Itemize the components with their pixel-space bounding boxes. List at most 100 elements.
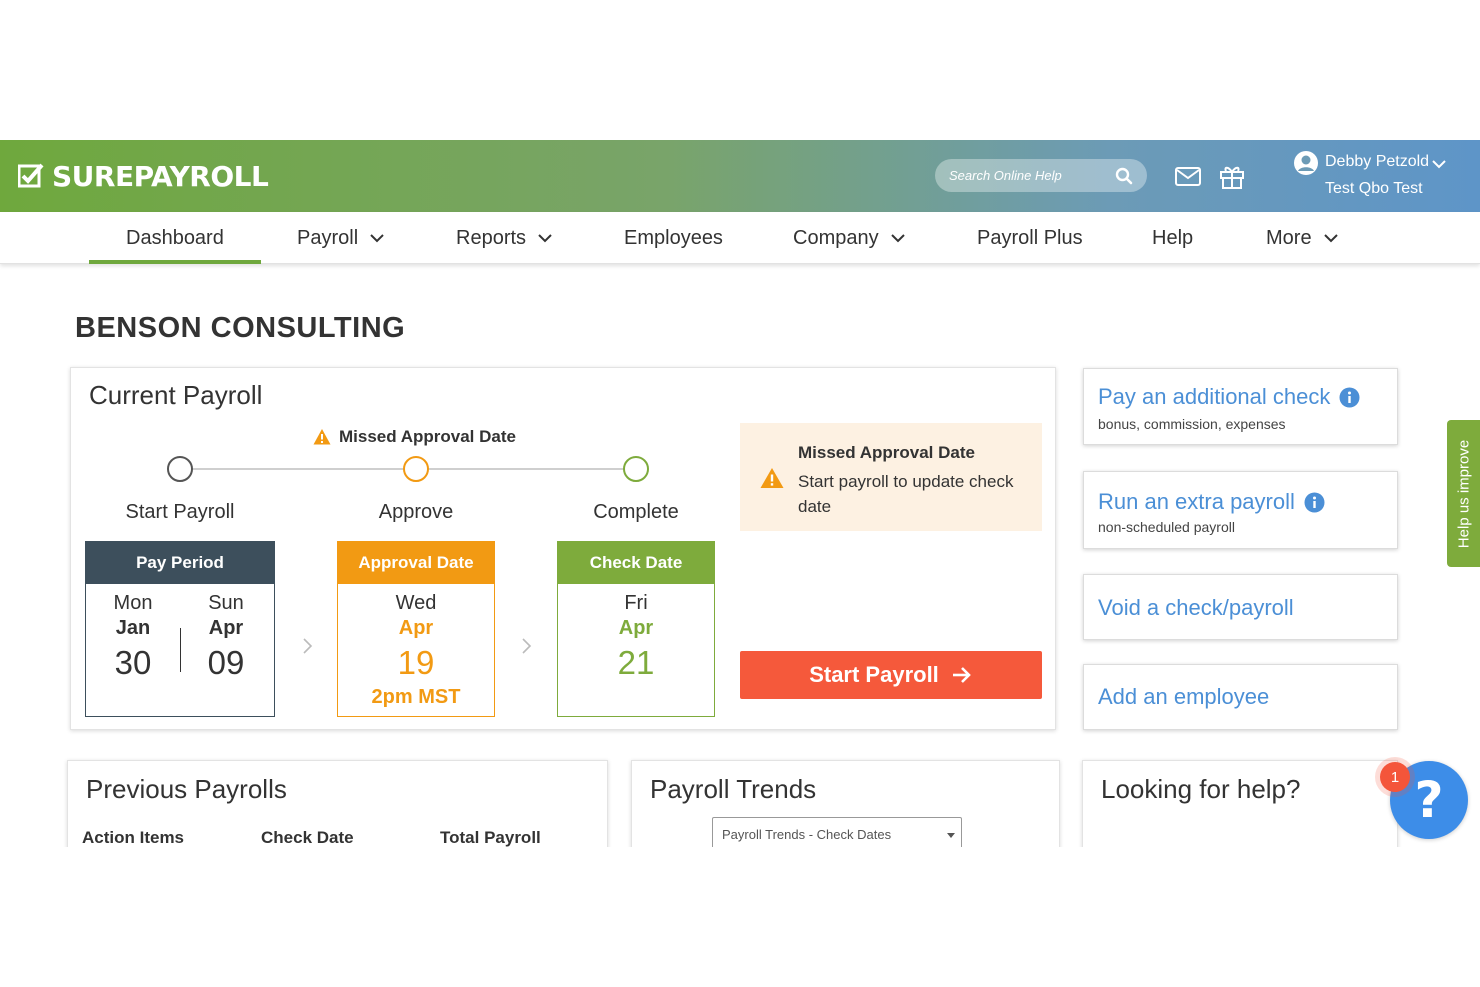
nav-dashboard[interactable]: Dashboard [89,212,261,264]
approval-date-box: Approval Date Wed Apr 19 2pm MST [337,541,495,717]
nav-label: Employees [624,226,723,249]
previous-payrolls-card: Previous Payrolls Action Items Check Dat… [67,760,608,847]
app-frame: SUREPAYROLL Debby Petzold [0,140,1480,847]
nav-reports[interactable]: Reports [456,212,554,264]
warning-icon [313,429,331,445]
nav-label: Help [1152,226,1194,249]
info-icon[interactable] [1304,492,1325,513]
card-title: Current Payroll [89,380,263,410]
step-label-approve: Approve [378,501,454,523]
add-employee-card[interactable]: Add an employee [1083,664,1398,730]
alert-title: Missed Approval Date [798,443,975,462]
chevron-down-icon [370,234,384,243]
end-day: 09 [207,644,245,681]
chevron-down-icon [538,234,552,243]
user-avatar-icon [1294,151,1318,175]
nav-employees[interactable]: Employees [624,212,723,264]
check-month: Apr [618,617,654,639]
check-date-box: Check Date Fri Apr 21 [557,541,715,717]
quick-link-title[interactable]: Add an employee [1098,684,1269,710]
select-value: Payroll Trends - Check Dates [722,827,892,842]
step-label-start-payroll: Start Payroll [125,501,235,523]
caret-down-icon [947,833,955,838]
user-menu[interactable]: Debby Petzold Test Qbo Test [1293,150,1463,202]
nav-payroll-plus[interactable]: Payroll Plus [977,212,1083,264]
step-approve-marker [403,456,429,482]
column-header-action-items[interactable]: Action Items [82,828,184,847]
payroll-trends-card: Payroll Trends Payroll Trends - Check Da… [631,760,1060,847]
nav-label: More [1266,226,1312,249]
start-dow: Mon [113,592,153,614]
nav-label: Payroll Plus [977,226,1083,249]
approval-dow: Wed [395,592,437,614]
missed-approval-alert: Missed Approval Date Start payroll to up… [740,423,1042,531]
arrow-right-icon [952,667,971,683]
void-check-card[interactable]: Void a check/payroll [1083,574,1398,640]
check-day: 21 [617,644,655,681]
looking-for-help-card: Looking for help? [1082,760,1398,847]
logo-check-icon [18,163,44,188]
chevron-down-icon [890,234,905,243]
approval-day: 19 [397,644,435,681]
nav-label: Dashboard [126,226,224,249]
step-label-complete: Complete [593,501,679,523]
pay-period-end: Sun Apr 09 [191,592,261,682]
pay-period-start: Mon Jan 30 [98,592,168,682]
company-account-name: Test Qbo Test [1325,180,1423,197]
approval-date-body: Wed Apr 19 2pm MST [338,584,494,709]
missed-approval-warning: Missed Approval Date [313,427,516,447]
gift-icon[interactable] [1218,162,1246,190]
search-icon[interactable] [1115,167,1133,185]
check-dow: Fri [624,592,648,614]
info-icon[interactable] [1339,387,1360,408]
nav-help[interactable]: Help [1152,212,1193,264]
pay-period-box: Pay Period Mon Jan 30 Sun Apr 09 [85,541,275,717]
nav-label: Reports [456,226,527,249]
step-start-payroll-marker [167,456,193,482]
logo-text: SUREPAYROLL [52,159,269,193]
quick-link-title[interactable]: Pay an additional check [1098,384,1360,410]
chevron-right-icon [522,638,532,654]
feedback-label: Help us improve [1455,439,1472,548]
run-extra-payroll-card[interactable]: Run an extra payroll non-scheduled payro… [1083,471,1398,549]
warning-text: Missed Approval Date [339,427,516,446]
pay-additional-check-card[interactable]: Pay an additional check bonus, commissio… [1083,368,1398,445]
start-payroll-button[interactable]: Start Payroll [740,651,1042,699]
end-month: Apr [208,617,244,639]
start-day: 30 [114,644,152,681]
mail-icon[interactable] [1174,162,1202,190]
user-name: Debby Petzold [1325,153,1430,170]
column-header-check-date[interactable]: Check Date [261,828,354,847]
quick-link-title[interactable]: Void a check/payroll [1098,595,1294,621]
quick-link-label: Run an extra payroll [1098,489,1295,514]
quick-link-label: Add an employee [1098,684,1270,709]
nav-company[interactable]: Company [793,212,907,264]
company-title: BENSON CONSULTING [75,312,406,344]
payroll-trends-select[interactable]: Payroll Trends - Check Dates [712,817,962,847]
search-box[interactable] [935,159,1147,192]
quick-link-subtitle: bonus, commission, expenses [1098,416,1286,432]
start-month: Jan [115,617,151,639]
surepayroll-logo[interactable]: SUREPAYROLL [18,159,269,193]
search-input[interactable] [949,165,1109,186]
check-date-header: Check Date [558,542,714,584]
help-us-improve-tab[interactable]: Help us improve [1447,420,1480,567]
chevron-right-icon [303,638,313,654]
nav-payroll[interactable]: Payroll [297,212,386,264]
chevron-down-icon [1323,234,1338,243]
card-title: Previous Payrolls [86,774,287,804]
question-mark-icon: ? [1414,771,1444,829]
quick-link-title[interactable]: Run an extra payroll [1098,489,1325,515]
step-complete-marker [623,456,649,482]
end-dow: Sun [208,592,244,614]
main-nav: Dashboard Payroll Reports Employees Comp… [0,212,1480,264]
check-date-body: Fri Apr 21 [558,584,714,682]
chevron-down-icon[interactable] [1431,156,1447,172]
warning-icon [760,468,784,488]
quick-link-label: Void a check/payroll [1098,595,1294,620]
start-payroll-label: Start Payroll [809,662,939,687]
notification-badge: 1 [1380,762,1410,792]
current-payroll-card: Current Payroll Missed Approval Date Sta… [70,367,1056,730]
nav-more[interactable]: More [1266,212,1340,264]
column-header-total-payroll[interactable]: Total Payroll [440,828,541,847]
